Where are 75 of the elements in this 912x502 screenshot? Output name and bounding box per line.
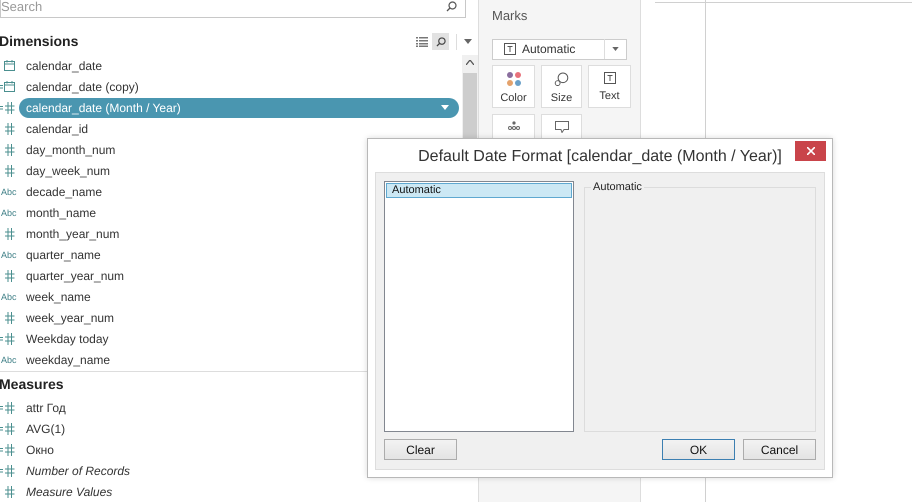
field-pill[interactable]: week_year_num — [19, 308, 114, 326]
field-label: month_name — [26, 206, 96, 220]
string-type-icon: Abc — [1, 186, 17, 196]
format-list[interactable]: Automatic — [384, 181, 574, 432]
panel-title: Marks — [492, 7, 528, 25]
search-icon — [446, 1, 457, 12]
field-label: weekday_name — [26, 352, 110, 366]
field-pill[interactable]: calendar_date (copy) — [19, 78, 139, 96]
size-icon — [554, 72, 569, 86]
field-label: week_year_num — [26, 310, 114, 324]
format-option[interactable]: Automatic — [386, 183, 572, 198]
scroll-up-icon[interactable] — [466, 60, 474, 65]
field-pill[interactable]: month_year_num — [19, 224, 120, 242]
field-pill[interactable]: Окно — [19, 440, 54, 458]
section-heading: Dimensions — [0, 32, 78, 52]
field-pill[interactable]: decade_name — [19, 182, 102, 200]
field-label: day_week_num — [26, 164, 110, 178]
field-label: Number of Records — [26, 464, 130, 478]
field-label: decade_name — [26, 184, 102, 198]
field-pill[interactable]: Number of Records — [19, 462, 130, 480]
field-label: calendar_id — [26, 122, 88, 136]
string-type-icon: Abc — [1, 292, 17, 302]
mark-card-button[interactable]: Text — [588, 64, 631, 108]
field-label: calendar_date (copy) — [26, 80, 139, 94]
dots-icon — [508, 120, 520, 130]
field-pill[interactable]: Measure Values — [19, 482, 112, 500]
mark-card-button[interactable]: Size — [541, 64, 582, 108]
caret-icon[interactable] — [441, 105, 449, 110]
search-field[interactable]: Search — [0, 0, 466, 18]
field-label: attr Год — [26, 400, 66, 414]
field-pill[interactable]: Weekday today — [19, 330, 108, 348]
field-label: calendar_date (Month / Year) — [26, 100, 181, 116]
string-type-icon: Abc — [1, 354, 17, 364]
caret-icon — [612, 47, 619, 51]
section-heading: Measures — [0, 374, 65, 394]
speech-bubble-icon — [554, 120, 568, 132]
field-pill[interactable]: quarter_year_num — [19, 266, 124, 284]
close-icon — [806, 147, 814, 155]
caret-icon[interactable] — [464, 39, 472, 44]
string-type-icon: Abc — [1, 208, 17, 218]
field-pill[interactable]: calendar_id — [19, 120, 88, 138]
mark-card-button[interactable]: Color — [492, 64, 535, 108]
text-mark-icon — [604, 72, 616, 84]
field-label: Окно — [26, 442, 54, 456]
field-pill[interactable]: month_name — [19, 204, 96, 222]
field-pill[interactable]: attr Год — [19, 398, 66, 416]
list-view-icon[interactable] — [416, 36, 428, 47]
field-label: day_month_num — [26, 142, 116, 156]
search-toggle-button[interactable] — [432, 33, 449, 50]
field-pill[interactable]: calendar_date — [19, 56, 102, 74]
field-label: quarter_year_num — [26, 268, 124, 282]
field-pill[interactable]: week_name — [19, 288, 91, 306]
dialog-button[interactable]: Cancel — [743, 439, 816, 460]
field-label: Weekday today — [26, 332, 108, 346]
field-pill[interactable]: quarter_name — [19, 246, 101, 264]
close-button[interactable] — [795, 141, 826, 161]
text-mark-icon — [504, 43, 516, 55]
field-label: quarter_name — [26, 248, 101, 262]
dialog-button[interactable]: Clear — [384, 439, 457, 460]
field-pill[interactable]: day_month_num — [19, 140, 116, 158]
dialog-title: Default Date Format [calendar_date (Month / Year)] — [418, 146, 782, 166]
field-label: AVG(1) — [26, 422, 66, 436]
field-pill[interactable]: weekday_name — [19, 350, 110, 368]
field-label: calendar_date — [26, 58, 102, 72]
field-label: month_year_num — [26, 226, 120, 240]
color-dots-icon — [506, 72, 520, 86]
field-pill[interactable]: AVG(1) — [19, 420, 66, 438]
search-input[interactable]: Search — [1, 0, 421, 16]
field-pill[interactable]: day_week_num — [19, 162, 110, 180]
search-icon — [436, 36, 446, 47]
mark-type-dropdown[interactable]: Automatic — [492, 38, 627, 60]
dialog-button[interactable]: OK — [662, 439, 735, 460]
field-label: Measure Values — [26, 484, 112, 498]
string-type-icon: Abc — [1, 250, 17, 260]
field-label: week_name — [26, 290, 91, 304]
